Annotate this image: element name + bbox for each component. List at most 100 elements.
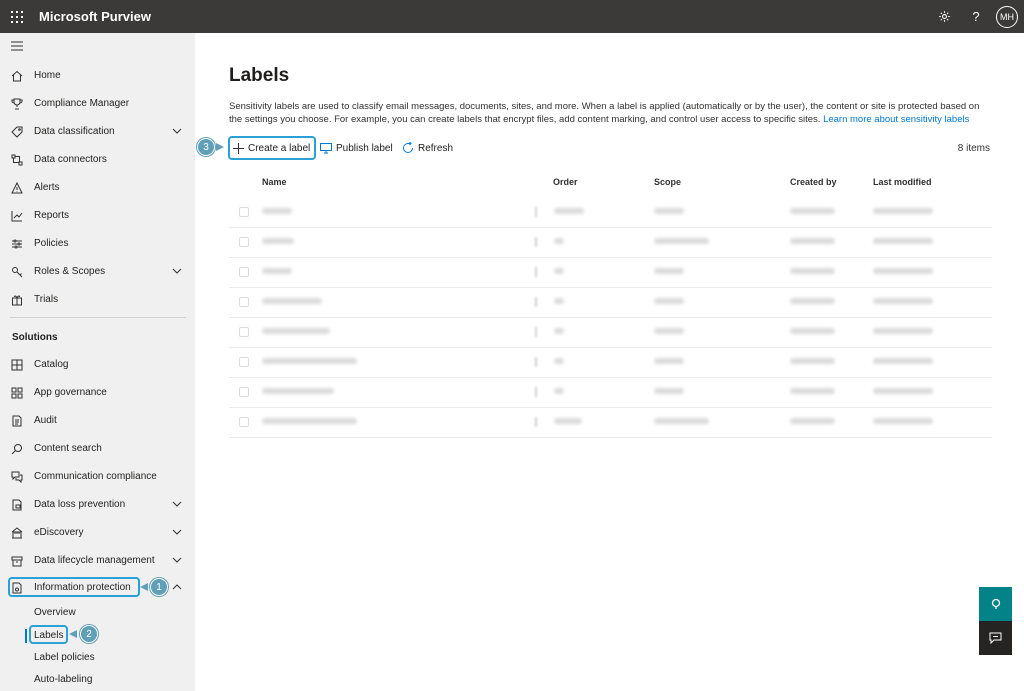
table-row[interactable] [229, 257, 992, 288]
row-more-actions-icon[interactable] [535, 417, 537, 427]
feedback-chat-icon [989, 632, 1002, 644]
table-row[interactable] [229, 197, 992, 228]
nav-item-policies[interactable]: Policies [0, 233, 195, 255]
help-icon[interactable]: ? [960, 0, 992, 33]
table-row[interactable] [229, 377, 992, 408]
nav-item-data-lifecycle-management[interactable]: Data lifecycle management [0, 550, 195, 572]
redacted-cell [873, 298, 933, 304]
chevron-down-icon[interactable] [172, 555, 182, 565]
learn-more-link[interactable]: Learn more about sensitivity labels [823, 114, 969, 125]
redacted-cell [554, 238, 564, 244]
redacted-cell [790, 358, 835, 364]
nav-item-compliance-manager[interactable]: Compliance Manager [0, 93, 195, 115]
column-header-name[interactable]: Name [262, 177, 287, 187]
nav-subitem-overview[interactable]: Overview [34, 607, 76, 618]
redacted-cell [873, 238, 933, 244]
nav-item-ediscovery[interactable]: eDiscovery [0, 522, 195, 544]
settings-gear-icon[interactable] [928, 0, 960, 33]
ediscovery-icon [10, 526, 24, 540]
nav-item-trials[interactable]: Trials [0, 289, 195, 311]
column-header-last-modified[interactable]: Last modified [873, 177, 932, 187]
table-row[interactable] [229, 347, 992, 378]
nav-item-label: Alerts [34, 182, 60, 193]
row-checkbox[interactable] [239, 387, 249, 397]
support-icon [991, 598, 1000, 609]
nav-subitem-label-policies[interactable]: Label policies [34, 652, 95, 663]
page-title: Labels [229, 65, 290, 86]
chevron-down-icon[interactable] [172, 499, 182, 509]
row-more-actions-icon[interactable] [535, 387, 537, 397]
nav-item-content-search[interactable]: Content search [0, 438, 195, 460]
row-checkbox[interactable] [239, 207, 249, 217]
app-launcher-icon[interactable] [1, 0, 33, 33]
row-checkbox[interactable] [239, 237, 249, 247]
row-checkbox[interactable] [239, 297, 249, 307]
row-checkbox[interactable] [239, 267, 249, 277]
row-more-actions-icon[interactable] [535, 237, 537, 247]
column-header-created-by[interactable]: Created by [790, 177, 837, 187]
row-more-actions-icon[interactable] [535, 297, 537, 307]
row-checkbox[interactable] [239, 417, 249, 427]
refresh-button[interactable]: Refresh [402, 138, 453, 158]
nav-item-reports[interactable]: Reports [0, 205, 195, 227]
nav-item-audit[interactable]: Audit [0, 410, 195, 432]
chevron-down-icon[interactable] [172, 527, 182, 537]
gift-icon [10, 293, 24, 307]
redacted-cell [654, 388, 684, 394]
feedback-button[interactable] [979, 621, 1012, 655]
publish-label-text: Publish label [336, 142, 393, 154]
chevron-down-icon[interactable] [172, 126, 182, 136]
chevron-up-icon[interactable] [172, 582, 182, 592]
nav-item-alerts[interactable]: Alerts [0, 177, 195, 199]
redacted-cell [790, 418, 835, 424]
row-checkbox[interactable] [239, 357, 249, 367]
help-support-button[interactable] [979, 587, 1012, 621]
row-checkbox[interactable] [239, 327, 249, 337]
user-avatar[interactable]: MH [996, 5, 1018, 28]
nav-item-data-loss-prevention[interactable]: Data loss prevention [0, 494, 195, 516]
redacted-cell [873, 208, 933, 214]
row-more-actions-icon[interactable] [535, 267, 537, 277]
callout-pointer [216, 143, 224, 151]
nav-subitem-auto-labeling[interactable]: Auto-labeling [34, 674, 92, 685]
nav-item-catalog[interactable]: Catalog [0, 354, 195, 376]
table-row[interactable] [229, 407, 992, 438]
redacted-cell [262, 238, 294, 244]
table-row[interactable] [229, 227, 992, 258]
nav-item-data-classification[interactable]: Data classification [0, 121, 195, 143]
nav-item-label: App governance [34, 387, 107, 398]
publish-icon [320, 142, 332, 154]
nav-item-app-governance[interactable]: App governance [0, 382, 195, 404]
row-more-actions-icon[interactable] [535, 207, 537, 217]
publish-label-button[interactable]: Publish label [320, 138, 393, 158]
nav-item-data-connectors[interactable]: Data connectors [0, 149, 195, 171]
refresh-icon [402, 142, 414, 154]
nav-item-label: Home [34, 70, 61, 81]
nav-item-label: Catalog [34, 359, 69, 370]
refresh-text: Refresh [418, 142, 454, 154]
nav-divider [10, 317, 186, 318]
nav-item-communication-compliance[interactable]: Communication compliance [0, 466, 195, 488]
table-row[interactable] [229, 287, 992, 318]
nav-item-home[interactable]: Home [0, 65, 195, 87]
row-more-actions-icon[interactable] [535, 357, 537, 367]
key-icon [10, 265, 24, 279]
nav-item-label: Reports [34, 210, 70, 221]
redacted-cell [790, 238, 835, 244]
nav-item-label: Content search [34, 443, 102, 454]
nav-item-roles-scopes[interactable]: Roles & Scopes [0, 261, 195, 283]
nav-item-label: Compliance Manager [34, 98, 130, 109]
nav-item-label: Data classification [34, 126, 115, 137]
collapse-nav-icon[interactable] [11, 41, 23, 54]
alert-icon [10, 181, 24, 195]
redacted-cell [262, 418, 357, 424]
redacted-cell [654, 268, 684, 274]
chevron-down-icon[interactable] [172, 266, 182, 276]
row-more-actions-icon[interactable] [535, 327, 537, 337]
column-header-order[interactable]: Order [553, 177, 578, 187]
app-title[interactable]: Microsoft Purview [39, 9, 151, 24]
column-header-scope[interactable]: Scope [654, 177, 681, 187]
nav-item-label: Data lifecycle management [34, 555, 155, 566]
table-row[interactable] [229, 317, 992, 348]
redacted-cell [262, 298, 322, 304]
